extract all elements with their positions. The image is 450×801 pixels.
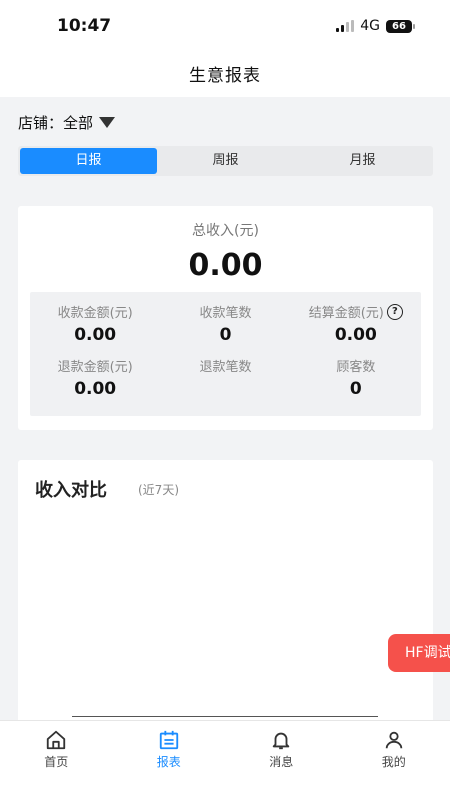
compare-subtitle: (近7天) [138,481,179,498]
user-icon [383,729,405,751]
status-bar: 10:47 4G 66 [0,0,450,55]
income-compare-card: 收入对比 (近7天) [18,460,433,740]
metric-value: 0.00 [291,325,421,345]
calendar-report-icon [158,729,180,751]
metric-collected-amount: 收款金额(元) 0.00 [30,302,160,356]
metric-label: 结算金额(元) [309,302,384,321]
total-income-value: 0.00 [18,248,433,283]
debug-float-button[interactable]: HF调试 [388,634,450,672]
battery-icon: 66 [386,20,412,33]
store-value: 全部 [63,112,93,133]
bell-icon [270,729,292,751]
metric-collected-count: 收款笔数 0 [160,302,290,356]
tab-weekly[interactable]: 周报 [157,148,294,174]
tab-report[interactable]: 报表 [113,721,226,801]
tab-mine[interactable]: 我的 [338,721,450,801]
metric-label-row: 结算金额(元) ? [291,302,421,321]
metric-value: 0.00 [30,379,160,399]
summary-card: 总收入(元) 0.00 收款金额(元) 0.00 收款笔数 0 结算金额(元) … [18,206,433,430]
metric-settled-amount: 结算金额(元) ? 0.00 [291,302,421,356]
help-icon[interactable]: ? [387,304,403,320]
metric-label: 退款金额(元) [30,356,160,375]
store-label: 店铺： [18,112,63,133]
tab-label: 报表 [157,755,181,769]
total-income-label: 总收入(元) [18,220,433,240]
period-tabs: 日报 周报 月报 [18,146,433,176]
metric-label: 顾客数 [291,356,421,375]
metric-customer-count: 顾客数 0 [291,356,421,410]
metric-refund-amount: 退款金额(元) 0.00 [30,356,160,410]
tab-monthly[interactable]: 月报 [294,148,431,174]
tab-daily[interactable]: 日报 [20,148,157,174]
metric-label: 收款金额(元) [30,302,160,321]
home-icon [45,729,67,751]
divider [72,716,378,717]
metric-value: 0 [160,325,290,345]
signal-icon [336,20,354,32]
caret-down-icon [99,117,115,128]
status-time: 10:47 [57,16,111,36]
metric-value: 0.00 [30,325,160,345]
metric-label: 退款笔数 [160,356,290,375]
tab-home[interactable]: 首页 [0,721,113,801]
tab-messages[interactable]: 消息 [225,721,338,801]
metric-refund-count: 退款笔数 [160,356,290,410]
metric-value: 0 [291,379,421,399]
tab-label: 我的 [382,755,406,769]
tab-label: 首页 [44,755,68,769]
status-indicators: 4G 66 [336,18,412,34]
page-title: 生意报表 [0,55,450,97]
bottom-tabbar: 首页 报表 消息 我的 [0,720,450,801]
network-type: 4G [360,18,380,34]
metrics-grid: 收款金额(元) 0.00 收款笔数 0 结算金额(元) ? 0.00 退款金额(… [30,292,421,416]
metric-label: 收款笔数 [160,302,290,321]
nav-bar: 生意报表 [0,55,450,97]
compare-title: 收入对比 [35,476,107,502]
tab-label: 消息 [269,755,293,769]
store-selector[interactable]: 店铺： 全部 [18,112,115,133]
